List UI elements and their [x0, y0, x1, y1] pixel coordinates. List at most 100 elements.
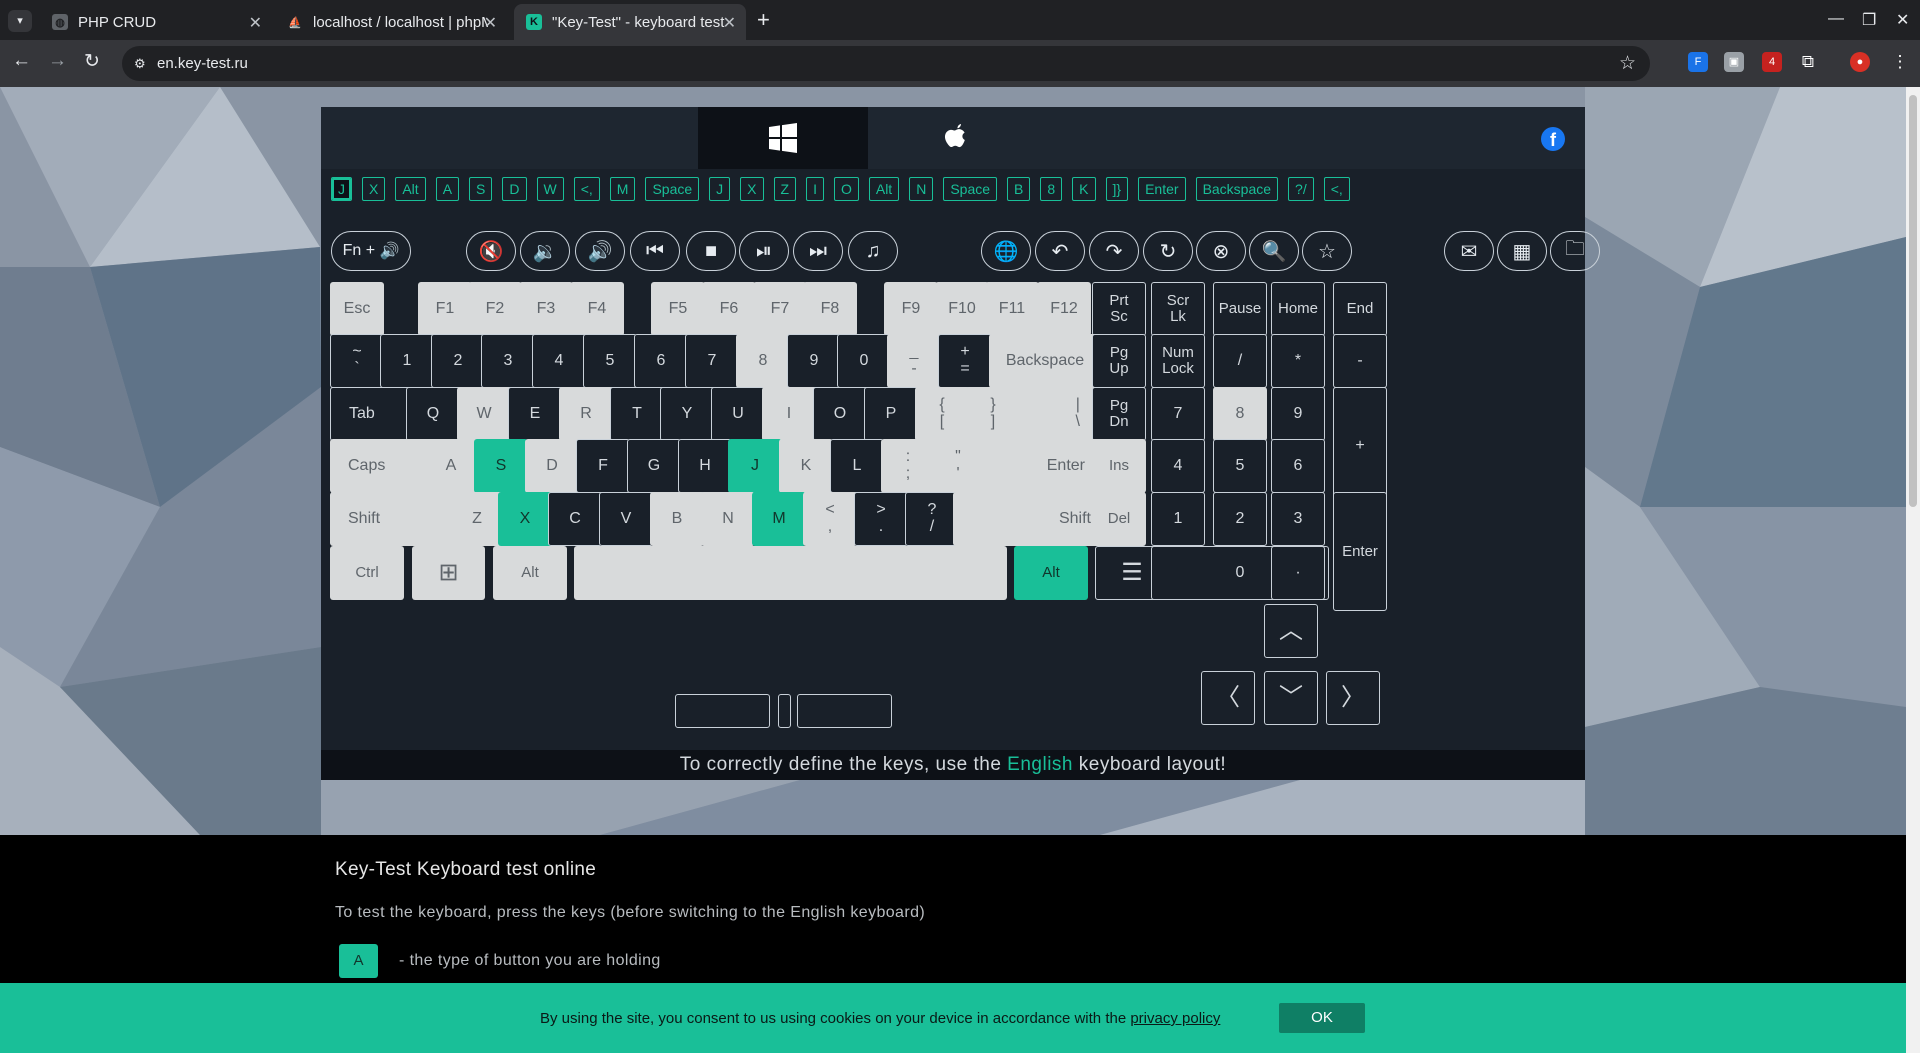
key-minus[interactable]: _ -	[887, 334, 941, 388]
bookmark-star-icon[interactable]: ☆	[1619, 52, 1636, 75]
back-icon[interactable]: ←	[12, 50, 31, 72]
tab-search-button[interactable]: ▾	[8, 10, 32, 32]
key-row-q-6[interactable]: U	[711, 387, 765, 441]
key-scrlk[interactable]: Scr Lk	[1151, 282, 1205, 336]
key-row-z-6[interactable]: M	[752, 492, 806, 546]
next-track-icon[interactable]: ⏭	[793, 231, 843, 271]
web-icon[interactable]: 🌐	[981, 231, 1031, 271]
key-np-dot[interactable]: ·	[1271, 546, 1325, 600]
key-row-z-4[interactable]: B	[650, 492, 704, 546]
key-f-2[interactable]: F3	[519, 282, 573, 336]
key-win[interactable]: ⊞	[412, 546, 485, 600]
new-tab-button[interactable]: +	[757, 7, 770, 33]
facebook-icon[interactable]: f	[1541, 127, 1565, 151]
close-icon[interactable]: ✕	[723, 13, 736, 33]
mac-tab[interactable]	[871, 107, 1041, 169]
key-row-q-0[interactable]: Q	[406, 387, 460, 441]
key-quote[interactable]: " '	[931, 439, 985, 493]
address-bar[interactable]: ⚙ en.key-test.ru ☆	[122, 46, 1650, 81]
extension-icon[interactable]: ▣	[1724, 52, 1744, 72]
key-digits-4[interactable]: 5	[583, 334, 637, 388]
mouse-right-button[interactable]	[797, 694, 892, 728]
key-row-q-7[interactable]: I	[762, 387, 816, 441]
key-end[interactable]: End	[1333, 282, 1387, 336]
key-row-a-6[interactable]: J	[728, 439, 782, 493]
key-row-q-1[interactable]: W	[457, 387, 511, 441]
puzzle-icon[interactable]: ⧉	[1798, 52, 1818, 72]
key-rshift[interactable]: Shift	[953, 492, 1109, 546]
key-digits-6[interactable]: 7	[685, 334, 739, 388]
key-np5[interactable]: 5	[1213, 439, 1267, 493]
key-row-z-0[interactable]: Z	[450, 492, 504, 546]
key-f-10[interactable]: F11	[985, 282, 1039, 336]
key-lbrace[interactable]: { [	[915, 387, 969, 441]
key-tilde[interactable]: ~ `	[330, 334, 384, 388]
key-np3[interactable]: 3	[1271, 492, 1325, 546]
key-np-sub[interactable]: -	[1333, 334, 1387, 388]
key-period[interactable]: > .	[854, 492, 908, 546]
privacy-policy-link[interactable]: privacy policy	[1130, 1010, 1220, 1027]
key-slash[interactable]: ? /	[905, 492, 959, 546]
close-icon[interactable]: ✕	[249, 13, 262, 33]
key-digits-7[interactable]: 8	[736, 334, 790, 388]
back-icon[interactable]: ↶	[1035, 231, 1085, 271]
key-digits-8[interactable]: 9	[787, 334, 841, 388]
key-row-z-3[interactable]: V	[599, 492, 653, 546]
key-esc[interactable]: Esc	[330, 282, 384, 336]
maximize-icon[interactable]: ❐	[1862, 10, 1876, 30]
key-digits-9[interactable]: 0	[837, 334, 891, 388]
folder-icon[interactable]: 🗀	[1550, 231, 1600, 271]
key-row-a-1[interactable]: S	[474, 439, 528, 493]
key-row-a-0[interactable]: A	[424, 439, 478, 493]
key-f-9[interactable]: F10	[935, 282, 989, 336]
close-icon[interactable]: ✕	[484, 13, 497, 33]
key-row-z-5[interactable]: N	[701, 492, 755, 546]
mouse-wheel[interactable]	[778, 694, 791, 728]
key-lctrl[interactable]: Ctrl	[330, 546, 404, 600]
url-text[interactable]: en.key-test.ru	[157, 55, 248, 72]
key-row-q-8[interactable]: O	[813, 387, 867, 441]
key-prtsc[interactable]: Prt Sc	[1092, 282, 1146, 336]
forward-icon[interactable]: ↷	[1089, 231, 1139, 271]
minimize-icon[interactable]: —	[1828, 10, 1844, 28]
key-np8[interactable]: 8	[1213, 387, 1267, 441]
key-row-q-9[interactable]: P	[864, 387, 918, 441]
key-caps[interactable]: Caps	[330, 439, 437, 493]
key-f-8[interactable]: F9	[884, 282, 938, 336]
key-tab[interactable]: Tab	[330, 387, 417, 441]
forward-icon[interactable]: →	[48, 50, 67, 72]
key-right[interactable]: 〉	[1326, 671, 1380, 725]
browser-tab-key-test[interactable]: K "Key-Test" - keyboard test online ✕	[514, 4, 746, 40]
page-scrollbar[interactable]	[1906, 87, 1920, 1053]
prev-track-icon[interactable]: ⏮	[630, 231, 680, 271]
key-row-a-7[interactable]: K	[779, 439, 833, 493]
key-row-z-1[interactable]: X	[498, 492, 552, 546]
key-f-0[interactable]: F1	[418, 282, 472, 336]
key-rbrace[interactable]: } ]	[966, 387, 1020, 441]
key-row-z-2[interactable]: C	[548, 492, 602, 546]
key-np-enter[interactable]: Enter	[1333, 492, 1387, 611]
key-comma[interactable]: < ,	[803, 492, 857, 546]
refresh-icon[interactable]: ↻	[1143, 231, 1193, 271]
key-np4[interactable]: 4	[1151, 439, 1205, 493]
close-window-icon[interactable]: ✕	[1896, 10, 1909, 30]
stop-icon[interactable]: ■	[686, 231, 736, 271]
key-np2[interactable]: 2	[1213, 492, 1267, 546]
key-np1[interactable]: 1	[1151, 492, 1205, 546]
fn-volume-key[interactable]: Fn + 🔊	[331, 231, 411, 271]
site-info-icon[interactable]: ⚙	[134, 56, 150, 71]
key-left[interactable]: 〈	[1201, 671, 1255, 725]
key-f-3[interactable]: F4	[570, 282, 624, 336]
key-bslash[interactable]: | \	[1017, 387, 1098, 441]
key-home[interactable]: Home	[1271, 282, 1325, 336]
key-row-q-5[interactable]: Y	[660, 387, 714, 441]
avatar[interactable]: ●	[1850, 52, 1870, 72]
key-semicolon[interactable]: : ;	[881, 439, 935, 493]
mouse-left-button[interactable]	[675, 694, 770, 728]
scrollbar-thumb[interactable]	[1909, 95, 1917, 507]
key-f-7[interactable]: F8	[803, 282, 857, 336]
key-enter[interactable]: Enter	[980, 439, 1103, 493]
mute-icon[interactable]: 🔇	[466, 231, 516, 271]
key-f-6[interactable]: F7	[753, 282, 807, 336]
favorites-icon[interactable]: ☆	[1302, 231, 1352, 271]
